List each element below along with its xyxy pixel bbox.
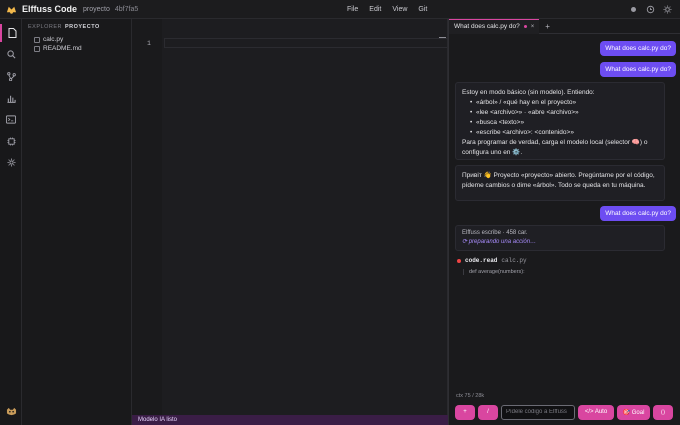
- extensions-icon[interactable]: [0, 132, 22, 150]
- explorer-title: EXPLORER: [28, 24, 62, 30]
- close-tab-icon[interactable]: ×: [531, 24, 535, 30]
- app-name: Elffuss Code: [22, 4, 78, 14]
- menu-bar: File Edit View Git: [347, 0, 438, 19]
- chat-tabs: What does calc.py do? × +: [449, 18, 680, 34]
- file-name: README.md: [43, 45, 82, 52]
- code-editor[interactable]: 1: [132, 19, 448, 415]
- context-usage: ctx 75 / 28k: [456, 393, 485, 399]
- terminal-icon[interactable]: [0, 110, 22, 128]
- menu-view[interactable]: View: [392, 6, 407, 13]
- user-message: What does calc.py do?: [600, 41, 676, 56]
- git-branch-icon[interactable]: [0, 67, 22, 85]
- line-number: 1: [147, 40, 151, 47]
- menu-git[interactable]: Git: [418, 6, 427, 13]
- tool-argument: calc.py: [501, 257, 527, 264]
- brand: Elffuss Code proyecto 4bf7fa5: [0, 4, 138, 15]
- status-bar: Modelo IA listo: [132, 415, 448, 425]
- tool-status-dot-icon: [457, 258, 461, 263]
- file-item-calc-py[interactable]: calc.py: [22, 35, 131, 44]
- unsaved-dot-icon: [523, 25, 527, 28]
- commit-hash: 4bf7fa5: [114, 5, 139, 13]
- slash-command-button[interactable]: /: [478, 404, 498, 420]
- editor-gutter: [132, 19, 162, 415]
- explorer-panel: EXPLORER PROYECTO calc.py README.md: [22, 19, 132, 425]
- help-item: «lee <archivo>» · «abre <archivo>»: [470, 108, 658, 118]
- project-name: proyecto: [83, 5, 110, 13]
- current-line-highlight[interactable]: [164, 38, 448, 48]
- search-icon[interactable]: [0, 45, 22, 63]
- explorer-header: EXPLORER PROYECTO: [22, 19, 131, 30]
- status-dot-icon[interactable]: [628, 5, 638, 15]
- user-message: What does calc.py do?: [600, 62, 676, 77]
- app-logo-icon: [6, 6, 17, 14]
- writing-status: Elffuss escribe · 458 car.: [462, 230, 528, 236]
- chat-input[interactable]: [501, 404, 575, 420]
- window-controls: [621, 0, 672, 19]
- assistant-working-card: Elffuss escribe · 458 car. ⟳ preparando …: [455, 225, 665, 251]
- app-window: Elffuss Code proyecto 4bf7fa5 File Edit …: [0, 0, 680, 425]
- file-name: calc.py: [43, 36, 64, 43]
- tool-call[interactable]: code.read calc.py: [457, 257, 527, 264]
- mascot-avatar-icon[interactable]: [0, 403, 22, 421]
- help-list: «árbol» / «qué hay en el proyecto» «lee …: [462, 98, 658, 138]
- chat-panel: What does calc.py do? × + What does calc…: [448, 18, 680, 425]
- greeting-text: Привіт 👋 Proyecto «proyecto» abierto. Pr…: [462, 172, 655, 189]
- explorer-folder-name: PROYECTO: [64, 24, 100, 30]
- help-title: Estoy en modo básico (sin modelo). Entie…: [462, 89, 595, 96]
- assistant-message-help: Estoy en modo básico (sin modelo). Entie…: [455, 82, 665, 160]
- new-tab-button[interactable]: +: [545, 22, 550, 31]
- send-button[interactable]: ⟨⟩: [653, 404, 673, 420]
- stats-icon[interactable]: [0, 89, 22, 107]
- minimap-marker: [439, 37, 446, 38]
- assistant-message-greeting: Привіт 👋 Proyecto «proyecto» abierto. Pr…: [455, 165, 665, 201]
- file-item-readme[interactable]: README.md: [22, 44, 131, 53]
- user-message: What does calc.py do?: [600, 206, 676, 221]
- settings-icon[interactable]: [0, 153, 22, 171]
- auto-mode-button[interactable]: </> Auto: [578, 404, 614, 420]
- goal-button[interactable]: 🎯 Goal: [617, 404, 650, 420]
- timer-icon[interactable]: [645, 5, 655, 15]
- tool-output: def average(numbers):: [463, 269, 525, 275]
- preparing-action: ⟳ preparando una acción…: [462, 239, 537, 245]
- help-item: «busca <texto>»: [470, 118, 658, 128]
- help-item: «escribe <archivo>: <contenido>»: [470, 128, 658, 138]
- markdown-file-icon: [34, 45, 40, 52]
- tab-chat[interactable]: What does calc.py do? ×: [449, 18, 540, 34]
- theme-toggle-icon[interactable]: [662, 5, 672, 15]
- menu-edit[interactable]: Edit: [369, 6, 381, 13]
- tool-name: code.read: [465, 257, 498, 264]
- explorer-icon[interactable]: [0, 24, 22, 42]
- help-footer: Para programar de verdad, carga el model…: [462, 139, 648, 156]
- tab-label: What does calc.py do?: [454, 23, 520, 30]
- add-button[interactable]: +: [455, 404, 475, 420]
- help-item: «árbol» / «qué hay en el proyecto»: [470, 98, 658, 108]
- chat-composer: + / </> Auto 🎯 Goal ⟨⟩: [455, 404, 677, 420]
- menu-file[interactable]: File: [347, 6, 358, 13]
- python-file-icon: [34, 36, 40, 43]
- title-bar: Elffuss Code proyecto 4bf7fa5 File Edit …: [0, 0, 680, 19]
- status-text: Modelo IA listo: [138, 417, 178, 423]
- activity-bar: [0, 19, 22, 425]
